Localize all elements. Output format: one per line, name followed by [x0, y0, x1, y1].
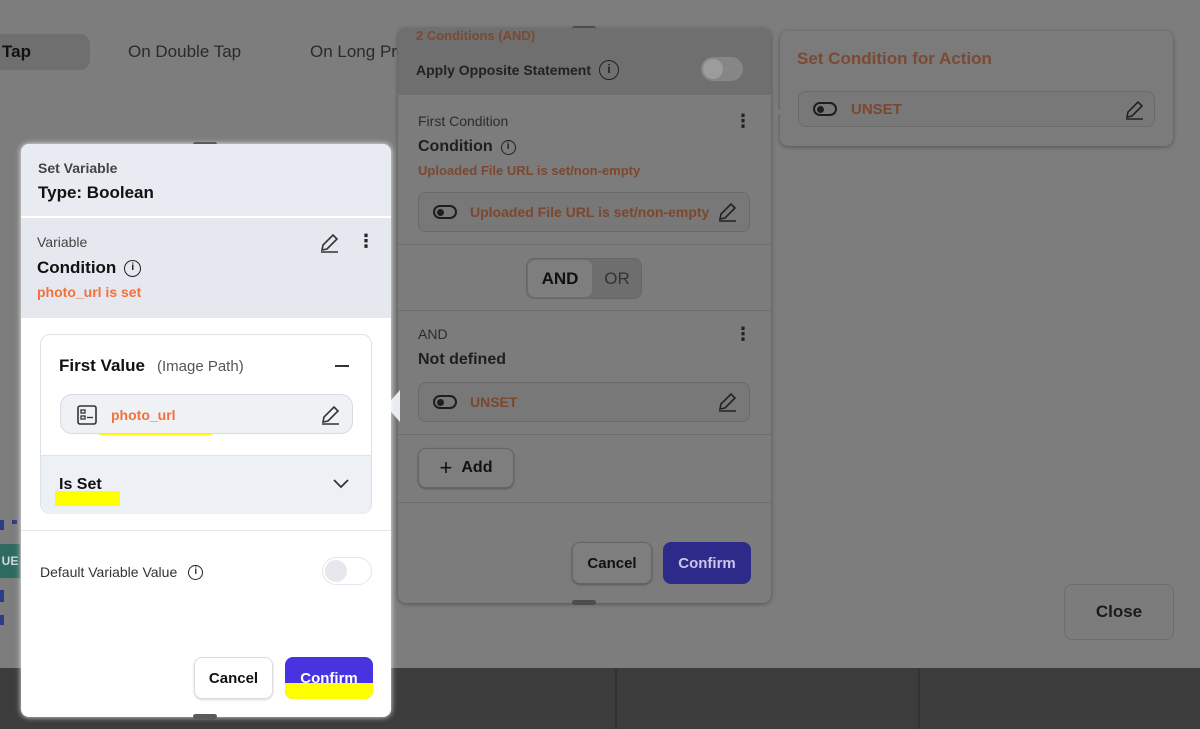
info-icon: i: [188, 564, 204, 580]
operator-dropdown[interactable]: Is Set: [41, 455, 371, 514]
tab-on-tap[interactable]: Tap: [0, 34, 90, 70]
first-condition-row: First Condition ⋮ Condition i Uploaded F…: [398, 95, 771, 245]
apply-opposite-label: Apply Opposite Statement i: [416, 60, 620, 80]
set-condition-title: Set Condition for Action: [797, 49, 992, 68]
first-value-hint: (Image Path): [156, 358, 244, 375]
variable-summary: photo_url is set: [37, 284, 142, 300]
conditions-panel: 2 Conditions (AND) Apply Opposite Statem…: [398, 26, 771, 605]
operator-row: AND OR: [398, 245, 771, 311]
confirm-button[interactable]: Confirm: [663, 542, 751, 584]
add-row: + Add: [398, 435, 771, 503]
close-button[interactable]: Close: [1064, 584, 1174, 640]
background-canvas-fragment: UE: [0, 515, 20, 640]
tab-on-long-press[interactable]: On Long Press: [310, 34, 398, 70]
first-value-card: First Value (Image Path) photo_url Is Se…: [40, 334, 372, 514]
more-vertical-icon[interactable]: ⋮: [357, 232, 375, 250]
image-path-chip[interactable]: photo_url: [60, 394, 353, 434]
dialog-confirm-button[interactable]: Confirm: [285, 657, 373, 699]
condition-toggle-icon: [433, 395, 457, 409]
edit-pencil-icon[interactable]: [1123, 99, 1145, 121]
conditions-count: 2 Conditions (AND): [416, 28, 536, 43]
first-condition-caption: First Condition: [418, 113, 509, 129]
second-condition-title: Not defined: [418, 351, 506, 368]
conditions-header: 2 Conditions (AND) Apply Opposite Statem…: [398, 28, 771, 95]
divider: [21, 530, 391, 531]
bottom-bar-divider: [615, 668, 617, 729]
edit-pencil-icon[interactable]: [716, 391, 738, 413]
first-condition-chip[interactable]: Uploaded File URL is set/non-empty: [418, 192, 750, 232]
edit-pencil-icon[interactable]: [319, 404, 341, 426]
more-vertical-icon[interactable]: ⋮: [734, 325, 752, 343]
dialog-resize-handle[interactable]: [193, 714, 217, 719]
variable-list-icon: [77, 405, 97, 425]
apply-opposite-switch[interactable]: [700, 56, 744, 82]
dialog-header: Set Variable Type: Boolean: [21, 144, 391, 216]
variable-section: Variable ⋮ Condition i photo_url is set: [21, 218, 391, 318]
default-value-switch[interactable]: [322, 557, 372, 585]
operator-and-option[interactable]: AND: [528, 260, 592, 297]
variable-title: Condition i: [37, 258, 142, 278]
type-label: Type: Boolean: [38, 183, 154, 202]
info-icon: i: [599, 60, 620, 80]
second-condition-chip-text: UNSET: [470, 394, 518, 410]
set-condition-panel: Set Condition for Action UNSET: [780, 31, 1173, 146]
plus-icon: +: [439, 455, 453, 480]
more-vertical-icon[interactable]: ⋮: [734, 112, 752, 130]
second-condition-row: AND ⋮ Not defined UNSET: [398, 311, 771, 435]
first-condition-summary: Uploaded File URL is set/non-empty: [418, 163, 641, 178]
condition-toggle-icon: [433, 205, 457, 219]
add-condition-button[interactable]: + Add: [418, 448, 514, 488]
dialog-caption: Set Variable: [38, 160, 118, 176]
edit-pencil-icon[interactable]: [716, 201, 738, 223]
tab-on-double-tap[interactable]: On Double Tap: [128, 34, 241, 70]
image-path-value: photo_url: [111, 407, 176, 423]
condition-toggle-icon: [813, 102, 837, 116]
dialog-cancel-button[interactable]: Cancel: [194, 657, 273, 699]
default-value-label: Default Variable Value i: [40, 564, 204, 580]
info-icon: i: [124, 259, 142, 277]
info-icon: i: [500, 139, 516, 155]
first-condition-title: Condition i: [418, 138, 516, 156]
cancel-button[interactable]: Cancel: [572, 542, 652, 584]
variable-caption: Variable: [37, 234, 88, 250]
set-condition-chip[interactable]: UNSET: [798, 91, 1155, 127]
second-condition-caption: AND: [418, 326, 448, 342]
bottom-bar-divider: [918, 668, 920, 729]
first-condition-chip-text: Uploaded File URL is set/non-empty: [470, 204, 710, 220]
background-badge: UE: [0, 544, 20, 578]
panel-resize-handle[interactable]: [572, 600, 596, 605]
edit-pencil-icon[interactable]: [318, 232, 340, 254]
second-condition-chip[interactable]: UNSET: [418, 382, 750, 422]
operator-segmented: AND OR: [526, 258, 642, 299]
first-value-header: First Value (Image Path): [59, 356, 244, 376]
operator-or-option[interactable]: OR: [593, 260, 641, 297]
operator-value: Is Set: [59, 476, 102, 493]
collapse-minus-icon[interactable]: [335, 365, 349, 367]
chevron-down-icon: [333, 479, 349, 489]
set-variable-dialog: Set Variable Type: Boolean Variable ⋮ Co…: [21, 142, 391, 719]
first-value-label: First Value: [59, 356, 145, 375]
set-condition-value: UNSET: [851, 100, 902, 118]
